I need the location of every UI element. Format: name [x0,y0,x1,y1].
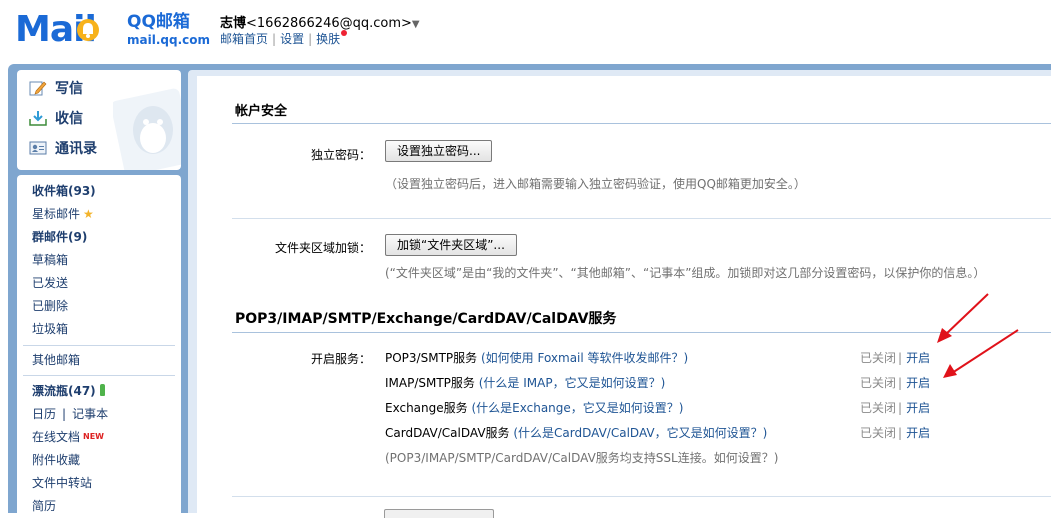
online-docs-label: 在线文档 [32,430,81,444]
enable-carddav-caldav-link[interactable]: 开启 [906,426,930,440]
bell-logo-icon [77,19,99,41]
services-title: POP3/IMAP/SMTP/Exchange/CardDAV/CalDAV服务 [235,311,617,327]
folder-sent[interactable]: 已发送 [32,273,68,293]
new-badge: NEW [83,432,104,441]
folder-group-mail[interactable]: 群邮件(9) [32,227,87,247]
service-carddav-caldav: CardDAV/CalDAV服务 (什么是CardDAV/CalDAV，它又是如… [385,424,767,441]
compose-button[interactable]: 写信 [29,78,83,100]
nav-divider [23,345,175,346]
chevron-down-icon[interactable]: ▼ [412,19,420,30]
settings-content: 帐户安全 独立密码： 设置独立密码... （设置独立密码后，进入邮箱需要输入独立… [197,76,1051,513]
ssl-support-note: (POP3/IMAP/SMTP/CardDAV/CalDAV服务均支持SSL连接… [385,451,779,465]
other-mailbox[interactable]: 其他邮箱 [32,350,80,370]
status-closed: 已关闭 [860,401,897,415]
partially-visible-button[interactable] [384,509,494,518]
folder-drafts[interactable]: 草稿箱 [32,250,68,270]
status-separator: | [898,401,903,415]
row-divider [232,218,1051,219]
user-account[interactable]: 志博<1662866246@qq.com>▼ [220,12,420,31]
service-exchange: Exchange服务 (什么是Exchange，它又是如何设置？) [385,399,683,416]
row-divider [232,496,1051,497]
service-name: IMAP/SMTP服务 [385,376,475,390]
section-divider [232,332,1051,333]
notification-dot-icon [341,30,348,36]
mailbox-home-link[interactable]: 邮箱首页 [220,32,268,46]
receive-button[interactable]: 收信 [29,108,83,130]
notepad-link[interactable]: 记事本 [72,407,108,421]
folder-inbox[interactable]: 收件箱(93) [32,181,96,201]
contacts-label: 通讯录 [55,141,97,157]
folder-list-panel: 收件箱(93) 星标邮件 ★ 群邮件(9) 草稿箱 已发送 已删除 垃圾箱 其他邮… [17,175,181,513]
service-imap-smtp: IMAP/SMTP服务 (什么是 IMAP，它又是如何设置？) [385,374,665,391]
folder-lock-label: 文件夹区域加锁： [274,241,371,255]
folder-starred[interactable]: 星标邮件 ★ [32,204,94,224]
pencil-paper-icon [29,81,47,96]
link-separator: | [62,407,67,421]
receive-label: 收信 [55,111,83,127]
link-separator: | [308,32,313,46]
independent-password-label: 独立密码： [310,148,371,162]
enable-service-label: 开启服务： [310,352,371,366]
star-icon: ★ [83,207,94,221]
set-independent-password-button[interactable]: 设置独立密码... [385,140,493,162]
service-name: Exchange服务 [385,401,468,415]
service-help-link[interactable]: (什么是CardDAV/CalDAV，它又是如何设置？) [513,426,767,440]
status-separator: | [898,426,903,440]
service-name: POP3/SMTP服务 [385,351,478,365]
status-closed: 已关闭 [860,376,897,390]
resume[interactable]: 简历 [32,496,56,513]
service-pop3-smtp-state: 已关闭 | 开启 [860,349,930,366]
service-carddav-caldav-state: 已关闭 | 开启 [860,424,930,441]
folder-deleted[interactable]: 已删除 [32,296,68,316]
status-separator: | [898,351,903,365]
qq-penguin-watermark-icon [113,88,181,170]
service-help-link[interactable]: (什么是Exchange，它又是如何设置？) [471,401,683,415]
service-help-link[interactable]: (什么是 IMAP，它又是如何设置？) [479,376,666,390]
enable-pop3-smtp-link[interactable]: 开启 [906,351,930,365]
drift-bottle-label: 漂流瓶(47) [32,384,96,398]
folder-starred-label: 星标邮件 [32,207,81,221]
bottle-icon [99,384,105,396]
enable-imap-smtp-link[interactable]: 开启 [906,376,930,390]
user-name: 志博 [220,16,247,31]
section-divider [232,123,1051,124]
user-email: <1662866246@qq.com> [246,16,412,31]
brand-url: mail.qq.com [127,33,210,47]
contact-card-icon [29,141,47,155]
service-imap-smtp-state: 已关闭 | 开启 [860,374,930,391]
status-closed: 已关闭 [860,426,897,440]
calendar-notes-row: 日历 | 记事本 [32,404,108,424]
account-security-title: 帐户安全 [235,104,288,119]
compose-label: 写信 [55,81,83,97]
independent-password-hint: （设置独立密码后，进入邮箱需要输入独立密码验证，使用QQ邮箱更加安全。） [385,177,806,191]
header-links: 邮箱首页 | 设置 | 换肤 [220,30,348,47]
change-skin-link[interactable]: 换肤 [316,32,340,46]
download-inbox-icon [29,111,47,126]
brand-name: QQ邮箱 [127,12,190,32]
contacts-button[interactable]: 通讯录 [29,138,97,160]
status-separator: | [898,376,903,390]
nav-divider [23,375,175,376]
drift-bottle[interactable]: 漂流瓶(47) [32,381,105,401]
file-transfer[interactable]: 文件中转站 [32,473,92,493]
folder-lock-hint: (“文件夹区域”是由“我的文件夹”、“其他邮箱”、“记事本”组成。加锁即对这几部… [385,266,986,280]
calendar-link[interactable]: 日历 [32,407,56,421]
service-exchange-state: 已关闭 | 开启 [860,399,930,416]
link-separator: | [272,32,277,46]
status-closed: 已关闭 [860,351,897,365]
settings-link[interactable]: 设置 [280,32,304,46]
service-pop3-smtp: POP3/SMTP服务 (如何使用 Foxmail 等软件收发邮件？) [385,349,688,366]
enable-exchange-link[interactable]: 开启 [906,401,930,415]
nav-actions-panel: 写信 收信 通讯录 [17,70,181,170]
qq-mail-logo[interactable]: Mail QQ邮箱 mail.qq.com [15,10,210,50]
folder-spam[interactable]: 垃圾箱 [32,319,68,339]
top-header: Mail QQ邮箱 mail.qq.com 志博<1662866246@qq.c… [0,0,1051,64]
service-name: CardDAV/CalDAV服务 [385,426,510,440]
online-docs[interactable]: 在线文档 NEW [32,427,104,447]
attachment-favorites[interactable]: 附件收藏 [32,450,80,470]
folder-lock-button[interactable]: 加锁“文件夹区域”... [385,234,517,256]
service-help-link[interactable]: (如何使用 Foxmail 等软件收发邮件？) [481,351,688,365]
